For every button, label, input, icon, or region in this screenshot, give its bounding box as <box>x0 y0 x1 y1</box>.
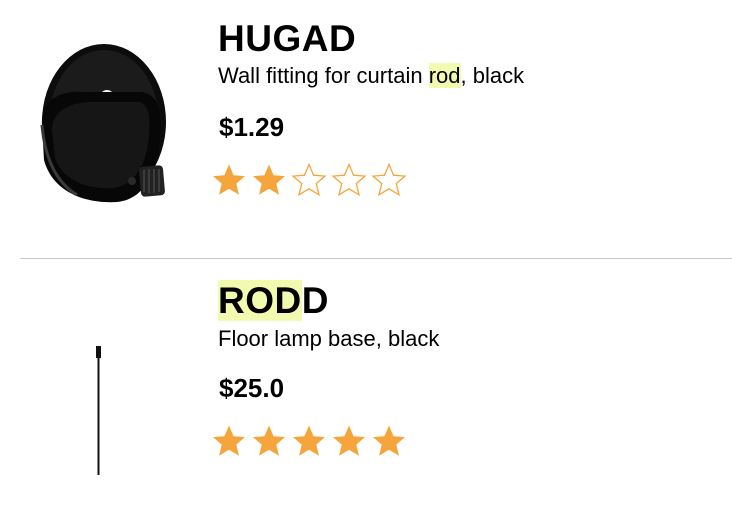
star-filled-icon <box>213 164 245 195</box>
star-rating <box>211 162 407 198</box>
product-price: $1.29 <box>219 112 285 142</box>
title-match-highlight: ROD <box>218 280 302 321</box>
star-filled-icon <box>253 164 285 195</box>
product-title[interactable]: RODD <box>218 280 329 321</box>
description-text: Wall fitting for curtain <box>218 63 429 88</box>
product-price: $25.0 <box>219 373 285 403</box>
result-divider <box>20 258 732 259</box>
floor-lamp-base-image <box>96 346 101 475</box>
title-text: HUGAD <box>218 18 357 59</box>
product-description: Wall fitting for curtain rod, black <box>218 63 525 88</box>
star-rating <box>211 423 407 459</box>
star-filled-icon <box>253 425 285 456</box>
star-filled-icon <box>213 425 245 456</box>
star-filled-icon <box>333 425 365 456</box>
star-filled-icon <box>293 425 325 456</box>
wall-fitting-image <box>40 44 166 203</box>
description-text-end: , black <box>460 63 525 88</box>
title-text: D <box>301 280 329 321</box>
product-description: Floor lamp base, black <box>218 328 439 350</box>
description-text: Floor lamp base, black <box>218 326 440 351</box>
star-filled-icon <box>373 425 405 456</box>
description-match-highlight: rod <box>428 63 461 88</box>
product-result[interactable]: RODD Floor lamp base, black $25.0 <box>0 260 732 512</box>
star-empty-icon <box>331 162 367 197</box>
star-empty-icon <box>371 162 407 197</box>
product-result[interactable]: HUGAD Wall fitting for curtain rod, blac… <box>0 0 732 259</box>
product-title[interactable]: HUGAD <box>218 20 356 57</box>
star-empty-icon <box>291 162 327 197</box>
